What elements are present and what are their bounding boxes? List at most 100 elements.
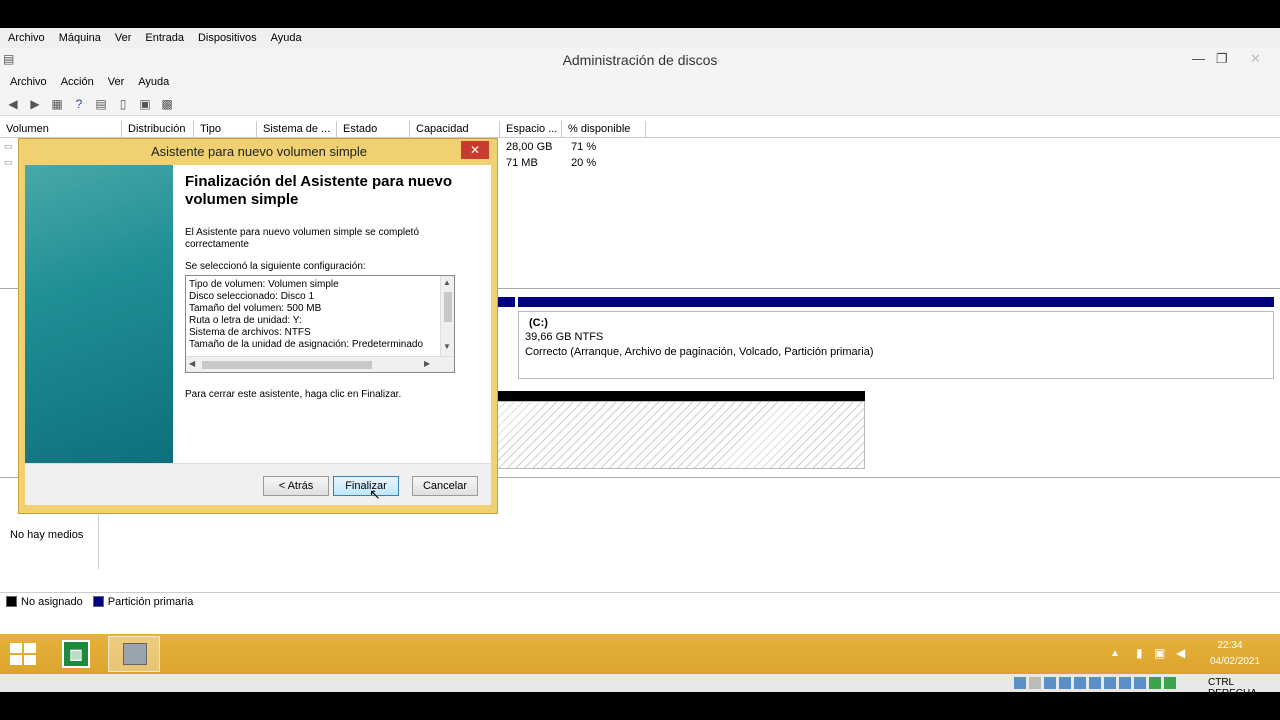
config-summary-box[interactable]: Tipo de volumen: Volumen simple Disco se…	[185, 275, 455, 373]
col-disponible[interactable]: % disponible	[562, 121, 646, 137]
dialog-close-icon[interactable]: ✕	[461, 141, 489, 159]
optical-status-icon[interactable]	[1029, 677, 1041, 689]
clock-date[interactable]: 04/02/2021	[1200, 656, 1270, 667]
scroll-up-icon[interactable]: ▲	[443, 278, 451, 287]
forward-arrow-icon[interactable]: ▶	[26, 96, 44, 112]
taskbar: ▥ ▲ ▮ ▣ ◀ 22:34 04/02/2021	[0, 634, 1280, 674]
partition-c-size: 39,66 GB NTFS	[525, 331, 604, 343]
hscroll-thumb[interactable]	[202, 361, 372, 369]
scroll-thumb[interactable]	[444, 292, 452, 322]
vt-status-icon[interactable]	[1149, 677, 1161, 689]
volume-icon: ▭	[4, 157, 13, 167]
config-line: Tipo de volumen: Volumen simple	[189, 279, 339, 290]
horizontal-scrollbar[interactable]: ◀ ▶	[186, 356, 454, 372]
help-icon[interactable]: ?	[70, 96, 88, 112]
col-estado[interactable]: Estado	[337, 121, 410, 137]
col-tipo[interactable]: Tipo	[194, 121, 257, 137]
windows-start-icon[interactable]	[10, 643, 36, 665]
wizard-completed-text: El Asistente para nuevo volumen simple s…	[185, 227, 420, 250]
cell-pct: 20 %	[571, 157, 597, 169]
config-line: Tamaño de la unidad de asignación: Prede…	[189, 339, 424, 350]
disk-drive-icon	[123, 643, 147, 665]
clock-time[interactable]: 22:34	[1200, 640, 1260, 651]
cell-space: 28,00 GB	[506, 141, 553, 153]
minimize-icon[interactable]: —	[1192, 51, 1205, 66]
network-status-icon[interactable]	[1059, 677, 1071, 689]
recording-status-icon[interactable]	[1119, 677, 1131, 689]
config-line: Ruta o letra de unidad: Y:	[189, 315, 302, 326]
scroll-down-icon[interactable]: ▼	[443, 342, 451, 351]
vbox-menu-dispositivos[interactable]: Dispositivos	[198, 32, 257, 44]
host-key-label: CTRL DERECHA	[1208, 677, 1257, 699]
back-arrow-icon[interactable]: ◀	[4, 96, 22, 112]
menu-ver[interactable]: Ver	[108, 76, 125, 88]
cell-space: 71 MB	[506, 157, 538, 169]
volume-icon: ▭	[4, 141, 13, 151]
vbox-menu-maquina[interactable]: Máquina	[59, 32, 101, 44]
mouse-cursor-icon: ↖	[369, 486, 381, 502]
close-icon[interactable]: ✕	[1250, 51, 1261, 67]
legend-unassigned-swatch	[6, 596, 17, 607]
partition-header-bar	[518, 297, 1274, 307]
col-espacio[interactable]: Espacio ...	[500, 121, 562, 137]
col-sistema[interactable]: Sistema de ...	[257, 121, 337, 137]
cdrom-no-media: No hay medios	[10, 529, 84, 541]
cancel-button[interactable]: Cancelar	[412, 476, 478, 496]
vbox-menu-ayuda[interactable]: Ayuda	[271, 32, 302, 44]
tray-network-icon[interactable]: ▣	[1154, 646, 1165, 660]
vbox-status-bar: CTRL DERECHA	[0, 674, 1280, 699]
config-line: Sistema de archivos: NTFS	[189, 327, 311, 338]
refresh-icon[interactable]: ▩	[158, 96, 176, 112]
menu-accion[interactable]: Acción	[61, 76, 94, 88]
dialog-footer: < Atrás Finalizar Cancelar ↖	[25, 463, 491, 505]
config-line: Tamaño del volumen: 500 MB	[189, 303, 322, 314]
finish-button[interactable]: Finalizar	[333, 476, 399, 496]
hdd-status-icon[interactable]	[1014, 677, 1026, 689]
app-menu-bar: Archivo Acción Ver Ayuda	[0, 72, 1280, 92]
scroll-right-icon[interactable]: ▶	[424, 359, 430, 368]
vbox-menu-archivo[interactable]: Archivo	[8, 32, 45, 44]
col-volumen[interactable]: Volumen	[0, 121, 122, 137]
window-title: Administración de discos	[562, 52, 718, 68]
menu-ayuda[interactable]: Ayuda	[138, 76, 169, 88]
partition-c[interactable]: (C:) 39,66 GB NTFS Correcto (Arranque, A…	[518, 311, 1274, 379]
restore-icon[interactable]: ❐	[1216, 51, 1228, 67]
menu-archivo[interactable]: Archivo	[10, 76, 47, 88]
audio-status-icon[interactable]	[1044, 677, 1056, 689]
partition-c-status: Correcto (Arranque, Archivo de paginació…	[525, 346, 874, 358]
vbox-menu-ver[interactable]: Ver	[115, 32, 132, 44]
disk-settings-icon[interactable]: ▣	[136, 96, 154, 112]
new-volume-wizard-dialog: Asistente para nuevo volumen simple ✕ Fi…	[18, 138, 498, 514]
mouse-integration-icon[interactable]	[1164, 677, 1176, 689]
cpu-status-icon[interactable]	[1134, 677, 1146, 689]
vertical-scrollbar[interactable]: ▲ ▼	[440, 276, 454, 356]
scroll-left-icon[interactable]: ◀	[189, 359, 195, 368]
list-view-icon[interactable]: ▦	[48, 96, 66, 112]
col-capacidad[interactable]: Capacidad	[410, 121, 500, 137]
partition-header-bar	[497, 297, 515, 307]
config-label: Se seleccionó la siguiente configuración…	[185, 261, 366, 272]
legend-primary: Partición primaria	[107, 595, 194, 608]
disk-management-taskbar-button[interactable]	[108, 636, 160, 672]
display-status-icon[interactable]	[1104, 677, 1116, 689]
table-row[interactable]: 28,00 GB 71 %	[506, 141, 596, 153]
wizard-heading: Finalización del Asistente para nuevo vo…	[185, 173, 453, 208]
table-row[interactable]: 71 MB 20 %	[506, 157, 596, 169]
vbox-menu-entrada[interactable]: Entrada	[145, 32, 184, 44]
legend-unassigned: No asignado	[21, 595, 83, 608]
shared-folders-icon[interactable]	[1089, 677, 1101, 689]
tray-expand-icon[interactable]: ▲	[1110, 648, 1120, 659]
properties-icon[interactable]: ▤	[92, 96, 110, 112]
toolbar: ◀ ▶ ▦ ? ▤ ▯ ▣ ▩	[0, 92, 1280, 116]
wizard-side-banner	[25, 165, 173, 463]
tray-volume-icon[interactable]: ◀	[1176, 646, 1185, 660]
document-icon[interactable]: ▯	[114, 96, 132, 112]
col-distribucion[interactable]: Distribución	[122, 121, 194, 137]
vbox-menu-bar: Archivo Máquina Ver Entrada Dispositivos…	[0, 28, 1280, 48]
back-button[interactable]: < Atrás	[263, 476, 329, 496]
server-manager-icon[interactable]: ▥	[62, 640, 90, 668]
tray-flag-icon[interactable]: ▮	[1136, 646, 1143, 660]
unallocated-space[interactable]	[497, 401, 865, 469]
usb-status-icon[interactable]	[1074, 677, 1086, 689]
legend: No asignado Partición primaria	[0, 592, 1280, 610]
